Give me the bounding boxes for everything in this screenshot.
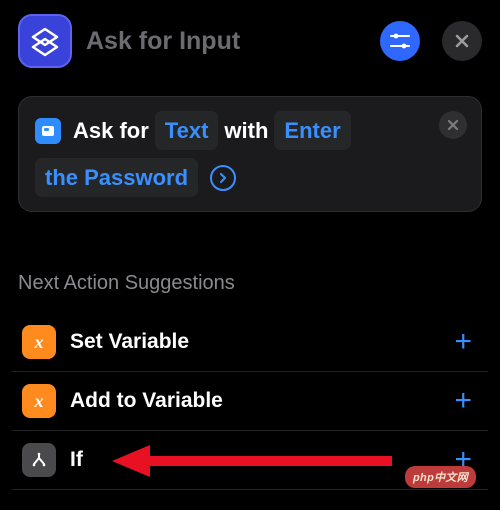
card-text-middle: with	[224, 113, 268, 148]
close-icon	[447, 119, 459, 131]
card-text-prefix: Ask for	[73, 113, 149, 148]
prompt-token-line2[interactable]: the Password	[35, 158, 198, 197]
watermark: php中文网	[405, 466, 476, 488]
expand-details-button[interactable]	[210, 165, 236, 191]
branch-icon	[22, 443, 56, 477]
sliders-icon	[389, 33, 411, 49]
suggestion-add-to-variable[interactable]: x Add to Variable +	[12, 372, 488, 431]
header: Ask for Input	[0, 0, 500, 86]
suggestions-heading: Next Action Suggestions	[18, 272, 482, 295]
card-remove-button[interactable]	[439, 111, 467, 139]
prompt-token-line1[interactable]: Enter	[274, 111, 350, 150]
settings-button[interactable]	[380, 21, 420, 61]
chevron-right-icon	[218, 173, 228, 183]
suggestion-set-variable[interactable]: x Set Variable +	[12, 313, 488, 372]
suggestion-label: If	[70, 448, 440, 472]
suggestion-label: Set Variable	[70, 330, 440, 354]
suggestion-list: x Set Variable + x Add to Variable + If …	[0, 313, 500, 490]
type-token[interactable]: Text	[155, 111, 219, 150]
variable-icon: x	[22, 325, 56, 359]
input-action-icon	[35, 118, 61, 144]
shortcuts-glyph-icon	[29, 25, 61, 57]
variable-icon: x	[22, 384, 56, 418]
shortcuts-app-icon	[18, 14, 72, 68]
page-title: Ask for Input	[86, 27, 366, 56]
suggestion-label: Add to Variable	[70, 389, 440, 413]
action-card: Ask for Text with Enter the Password	[18, 96, 482, 212]
close-icon	[454, 33, 470, 49]
card-content: Ask for Text with Enter the Password	[35, 111, 465, 197]
add-icon: +	[454, 325, 478, 359]
add-icon: +	[454, 384, 478, 418]
close-button[interactable]	[442, 21, 482, 61]
